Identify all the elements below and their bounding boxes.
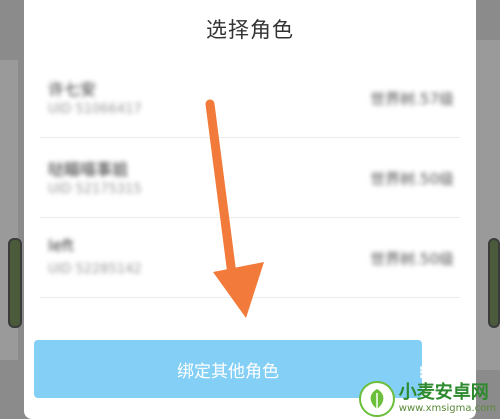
role-uid: UID 52285142 (48, 262, 142, 277)
role-level: 世界树.50级 (370, 170, 454, 188)
background-card-right (488, 238, 500, 328)
leaf-logo-icon (358, 381, 395, 417)
role-row[interactable]: 哒瞄喵事姐 UID 52175315 世界树.50级 (40, 138, 460, 218)
role-row[interactable]: 许七安 UID 51066417 世界树.57级 (40, 58, 460, 138)
role-row[interactable]: left UID 52285142 世界树.50级 (40, 218, 460, 298)
role-uid: UID 51066417 (48, 102, 142, 117)
role-name: left (48, 236, 74, 255)
role-list: 许七安 UID 51066417 世界树.57级 哒瞄喵事姐 UID 52175… (40, 58, 460, 298)
role-uid: UID 52175315 (48, 182, 142, 197)
role-name: 许七安 (48, 80, 97, 99)
site-watermark: 小麦安卓网 www.xmsigma.com (358, 381, 496, 417)
dialog-title: 选择角色 (206, 18, 294, 42)
watermark-url: www.xmsigma.com (398, 403, 496, 414)
role-level: 世界树.57级 (370, 90, 454, 108)
background-card-left (8, 238, 22, 328)
role-name: 哒瞄喵事姐 (48, 160, 129, 179)
role-level: 世界树.50级 (370, 250, 454, 268)
watermark-title: 小麦安卓网 (398, 382, 489, 403)
